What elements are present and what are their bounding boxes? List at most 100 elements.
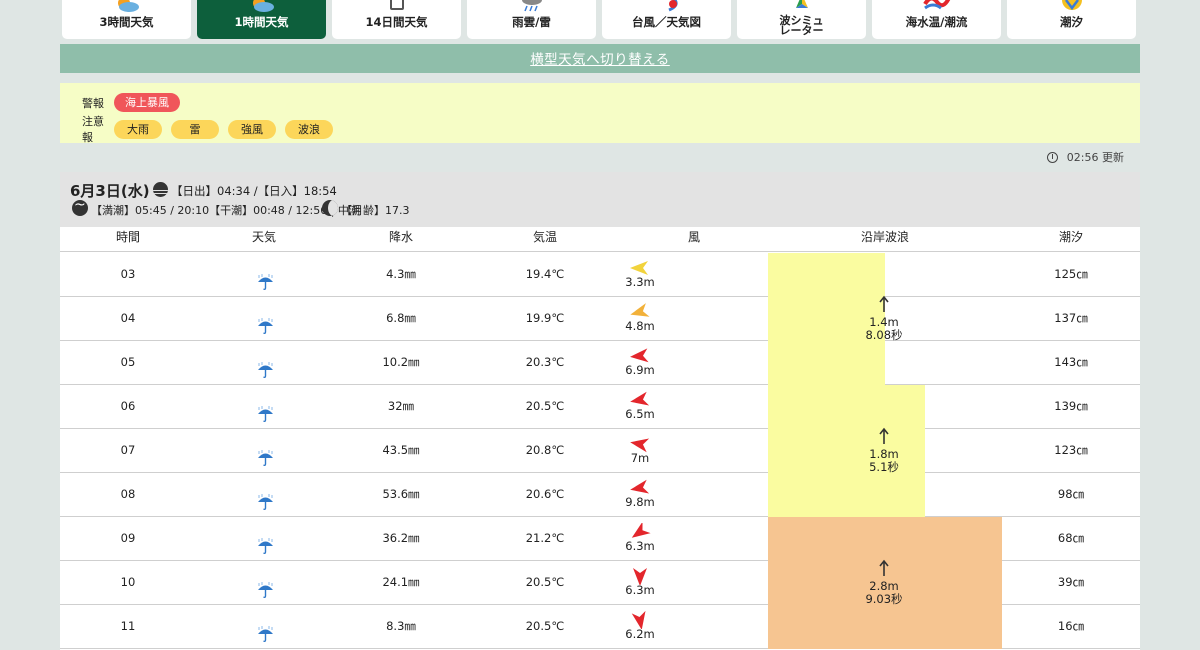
wave-sim-icon [788,0,816,14]
wind-cell: 6.3m [620,561,768,605]
keiho-row: 警報 海上暴風 [82,93,189,112]
rain-lightning-icon [518,0,546,14]
tab-typhoon[interactable]: 台風／天気図 [602,0,731,39]
keiho-badge: 海上暴風 [114,93,180,112]
temp-cell: 21.2℃ [525,531,565,545]
weather-cell [196,297,332,341]
rain-cell: 36.2㎜ [382,531,420,545]
time-cell: 10 [120,575,136,589]
wind-cell: 6.9m [620,341,768,385]
updated-text: 02:56 更新 [1066,151,1124,164]
header-time: 時間 [115,230,140,244]
temp-cell: 20.5℃ [525,619,565,633]
wave-direction-arrow-icon [879,559,889,576]
clock-icon [1046,151,1058,163]
header-weather: 天気 [251,230,276,244]
tab-label: 14日間天気 [365,15,428,29]
wind-cell: 9.8m [620,473,768,517]
temp-cell: 19.9℃ [525,311,565,325]
wave-info: 1.4m 8.08秒 [826,295,942,342]
tide-times: 【満潮】05:45 / 20:10【干潮】00:48 / 12:56 | 中潮 [91,204,360,217]
wave-height: 1.4m [869,315,899,329]
tab-label: 海水温/潮流 [905,15,968,29]
tab-rain-lightning[interactable]: 雨雲/雷 [467,0,596,39]
switch-to-horizontal-link[interactable]: 横型天気へ切り替える [530,52,670,68]
header-rain: 降水 [388,230,413,244]
chuiho-row: 注意報 大雨 雷 強風 波浪 [82,113,342,145]
wind-speed: 4.8m [625,319,655,333]
tide-cell: 16㎝ [1057,619,1085,633]
wave-info: 1.8m 5.1秒 [826,427,942,474]
tide-cell: 68㎝ [1057,531,1085,545]
wave-period: 9.03秒 [865,592,903,606]
tide-cell: 98㎝ [1057,487,1085,501]
weather-cell [196,253,332,297]
sun-times: 【日出】04:34 /【日入】18:54 [171,184,337,198]
temp-cell: 20.8℃ [525,443,565,457]
chuiho-label: 注意報 [82,115,104,144]
wind-speed: 9.8m [625,495,655,509]
tab-wave-sim[interactable]: 波シミュ レーター [737,0,866,39]
rain-cell: 6.8㎜ [386,311,416,325]
rain-cell: 4.3㎜ [386,267,416,281]
temp-cell: 19.4℃ [525,267,565,281]
wind-speed: 6.3m [625,539,655,553]
weather-cell [196,605,332,649]
chuiho-badge: 波浪 [285,119,333,139]
table-row: 04 6.8㎜ 19.9℃ 4.8m 137㎝ [60,297,1140,341]
rain-cell: 53.6㎜ [382,487,420,501]
time-cell: 05 [120,355,136,369]
moon-age: 【月齢】17.3 [341,204,410,217]
warnings-panel: 警報 海上暴風 注意報 大雨 雷 強風 波浪 [60,83,1140,145]
wave-period: 5.1秒 [869,460,899,474]
umbrella-rain-icon [257,398,274,423]
chuiho-badge: 雷 [171,119,219,139]
tab-calendar[interactable]: 14日間天気 [332,0,461,39]
umbrella-rain-icon [257,486,274,511]
tab-label: 台風／天気図 [632,15,701,29]
time-cell: 07 [120,443,136,457]
tab-sea-temp[interactable]: 海水温/潮流 [872,0,1001,39]
weather-cell [196,385,332,429]
wind-cell: 6.5m [620,385,768,429]
header-wind: 風 [687,230,700,244]
day-info-header: 6月3日(水) 【日出】04:34 /【日入】18:54 【満潮】05:45 /… [60,172,1140,227]
table-row: 06 32㎜ 20.5℃ 6.5m 139㎝ [60,385,1140,429]
wind-speed: 6.5m [625,407,655,421]
wind-cell: 6.3m [620,517,768,561]
time-cell: 09 [120,531,136,545]
typhoon-icon [653,0,681,14]
rain-cell: 32㎜ [387,399,415,413]
rain-cell: 10.2㎜ [382,355,420,369]
time-cell: 11 [120,619,136,633]
wave-period: 8.08秒 [865,328,903,342]
tab-sun-cloud[interactable]: 3時間天気 [62,0,191,39]
sea-temp-icon [922,0,951,14]
time-cell: 08 [120,487,136,501]
switch-bar: 横型天気へ切り替える [60,44,1140,73]
tab-label: 1時間天気 [234,15,289,29]
weather-cell [196,341,332,385]
tide-icon [72,197,88,216]
wave-direction-arrow-icon [879,295,889,312]
header-tide: 潮汐 [1058,230,1083,244]
weather-cell [196,517,332,561]
temp-cell: 20.6℃ [525,487,565,501]
wind-speed: 3.3m [625,275,655,289]
tab-sun-cloud[interactable]: 1時間天気 [197,0,326,39]
moon-icon [322,200,338,216]
time-cell: 03 [120,267,136,281]
umbrella-rain-icon [257,266,274,291]
tide-cell: 39㎝ [1057,575,1085,589]
updated-time: 02:56 更新 [1046,149,1124,165]
wind-speed: 6.9m [625,363,655,377]
tab-tide[interactable]: 潮汐 [1007,0,1136,39]
table-header: 時間 天気 降水 気温 風 沿岸波浪 潮汐 [60,227,1140,252]
wind-cell: 7m [620,429,768,473]
wind-speed: 7m [630,451,650,465]
wave-direction-arrow-icon [879,427,889,444]
tide-icon [1058,0,1086,14]
tide-cell: 125㎝ [1054,267,1088,281]
table-row: 03 4.3㎜ 19.4℃ 3.3m 125㎝ [60,253,1140,297]
tide-cell: 143㎝ [1054,355,1088,369]
